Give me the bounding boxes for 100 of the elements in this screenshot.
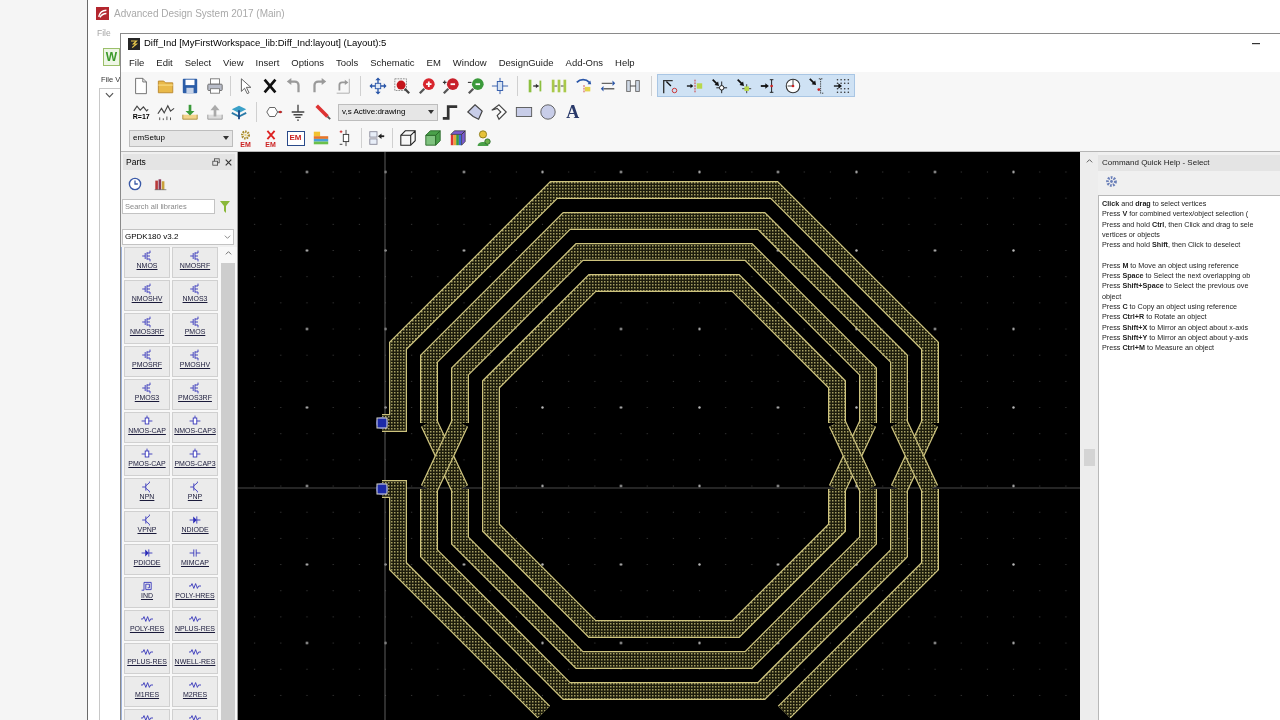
books-icon: [153, 177, 167, 191]
window-restore-icon: [212, 158, 220, 166]
splitter-handle[interactable]: [1083, 449, 1095, 466]
library-button[interactable]: [152, 176, 168, 192]
history-button[interactable]: [127, 176, 143, 192]
download-tray-icon: [181, 103, 200, 121]
resistor-icon: [188, 613, 202, 625]
signal-graph-icon: [156, 103, 175, 121]
transistor-icon: [140, 283, 154, 295]
menu-item[interactable]: Insert: [255, 57, 280, 68]
chevron-down-icon: [224, 235, 231, 239]
polygon-icon: [465, 103, 484, 121]
layer-stack-icon: [230, 103, 249, 121]
close-icon: [224, 158, 232, 166]
striped-cube-icon: [448, 129, 467, 147]
menu-item[interactable]: DesignGuide: [498, 57, 554, 68]
menu-item[interactable]: Tools: [336, 57, 359, 68]
port-marker-icon[interactable]: [376, 417, 388, 429]
menu-item[interactable]: Select: [184, 57, 212, 68]
curved-arrow-icon: [334, 76, 353, 95]
x-mark-icon: [264, 128, 277, 141]
gear-icon: [239, 128, 252, 141]
menu-item[interactable]: Window: [452, 57, 487, 68]
transistor-icon: [140, 316, 154, 328]
menu-item[interactable]: File: [129, 57, 145, 68]
zoom-icon: [442, 76, 461, 95]
menu-item[interactable]: Add-Ons: [565, 57, 604, 68]
step-line-icon: [441, 103, 460, 121]
diode-icon: [188, 514, 202, 526]
layer-dropdown[interactable]: v,s Active:drawing: [338, 103, 438, 121]
panel-title: Command Quick Help - Select: [1102, 159, 1210, 167]
capacitor-icon: [140, 448, 154, 460]
menu-item[interactable]: EM: [426, 57, 441, 68]
transistor-icon: [140, 382, 154, 394]
center-snap-icon: [783, 76, 802, 95]
transistor-icon: [188, 283, 202, 295]
settings-icon: [1104, 175, 1118, 188]
minimize-icon: [1252, 42, 1260, 45]
capacitor-icon: [188, 415, 202, 427]
midpoint-snap-icon: [734, 76, 753, 95]
wireframe-cube-icon: [398, 129, 417, 147]
resistor-icon: [188, 580, 202, 592]
resistor-icon: [188, 679, 202, 691]
capacitor-icon: [188, 547, 202, 559]
scroll-thumb[interactable]: [221, 263, 235, 720]
menu-item[interactable]: Edit: [156, 57, 173, 68]
zoom-box-icon: [393, 76, 412, 95]
resistor-icon: [140, 613, 154, 625]
app-icon: [128, 37, 140, 50]
setup-dropdown[interactable]: emSetup: [129, 129, 233, 147]
panel-title: Parts: [126, 157, 146, 167]
window-title: Advanced Design System 2017 (Main): [114, 6, 285, 21]
component-pin-icon: [491, 76, 510, 95]
vertex-snap-icon: [710, 76, 729, 95]
caret-down-icon: [428, 110, 434, 114]
transistor-icon: [140, 250, 154, 262]
resistor-icon: [188, 646, 202, 658]
transistor-icon: [188, 349, 202, 361]
color-layers-icon: [311, 129, 330, 147]
em-view-button[interactable]: EM: [286, 130, 305, 146]
transistor-icon: [140, 349, 154, 361]
settings-button[interactable]: [1104, 174, 1118, 189]
capacitor-icon: [188, 448, 202, 460]
compare-arrows-icon: [367, 129, 386, 147]
polygon-outline-icon: [490, 103, 509, 121]
upload-tray-icon: [205, 103, 224, 121]
arrow-shift-icon: [574, 76, 593, 95]
resistor-icon: [140, 679, 154, 691]
pencil-icon: [313, 103, 332, 121]
waveform-icon: [133, 104, 150, 113]
text-tool-button[interactable]: A: [560, 101, 585, 123]
app-logo-icon: [96, 6, 109, 20]
cube-icon: [423, 129, 442, 147]
menu-item[interactable]: Schematic: [370, 57, 415, 68]
resistor-icon: [140, 646, 154, 658]
menu-item[interactable]: Help: [615, 57, 635, 68]
transistor-icon: [188, 316, 202, 328]
clock-icon: [128, 177, 142, 191]
menu-item[interactable]: View: [223, 57, 244, 68]
chevron-down-icon: [105, 92, 114, 98]
layout-canvas[interactable]: [238, 152, 1080, 720]
zoom-in-icon: [417, 76, 436, 95]
window-title: Diff_Ind [MyFirstWorkspace_lib:Diff_Ind:layout] (Layout):5: [144, 36, 387, 51]
transistor-icon: [188, 382, 202, 394]
caret-down-icon: [223, 136, 229, 140]
menu-item[interactable]: Options: [291, 57, 325, 68]
caret-up-icon: [1085, 159, 1093, 163]
transistor-icon: [188, 250, 202, 262]
grid-snap-icon: [832, 76, 851, 95]
diode-icon: [140, 547, 154, 559]
printer-icon: [205, 76, 224, 95]
inductor-icon: [140, 580, 154, 592]
port-marker-icon[interactable]: [376, 483, 388, 495]
capacitor-icon: [140, 415, 154, 427]
move-arrows-icon: [368, 76, 387, 95]
library-dropdown[interactable]: GPDK180 v3.2: [122, 229, 234, 245]
undock-button[interactable]: [210, 156, 222, 168]
caret-up-icon: [224, 251, 232, 255]
circle-icon: [539, 103, 558, 121]
funnel-icon: [220, 200, 230, 213]
